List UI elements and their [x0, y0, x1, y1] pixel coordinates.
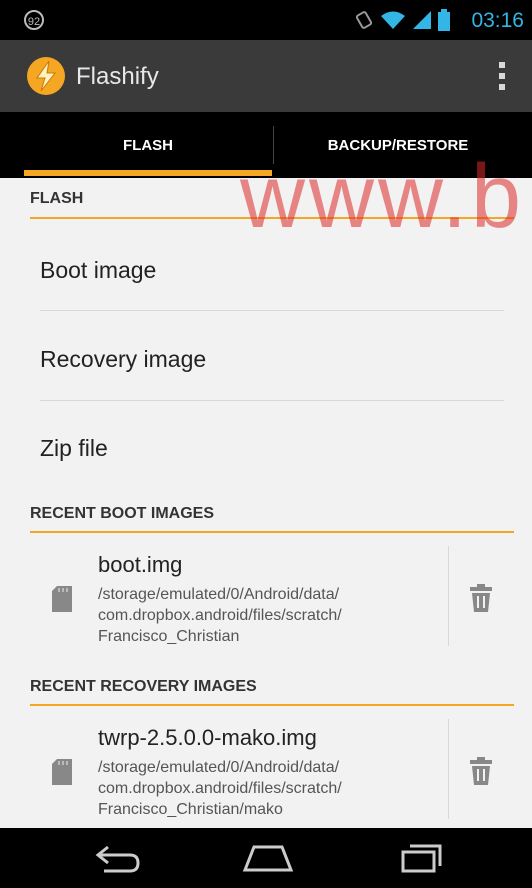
status-bar: 92 03:16 — [0, 0, 532, 40]
item-divider — [40, 400, 504, 401]
row-divider — [448, 719, 449, 819]
trash-icon[interactable] — [470, 584, 492, 612]
back-button[interactable] — [90, 838, 146, 878]
section-header-recent-recovery: RECENT RECOVERY IMAGES — [30, 678, 257, 695]
tab-indicator — [24, 170, 272, 176]
app-title: Flashify — [76, 63, 159, 90]
section-header-flash: FLASH — [30, 190, 84, 207]
path-line: com.dropbox.android/files/scratch/ — [98, 607, 342, 624]
path-line: /storage/emulated/0/Android/data/ — [98, 759, 340, 776]
notification-badge: 92 — [24, 10, 44, 30]
row-divider — [448, 546, 449, 646]
section-divider — [30, 704, 514, 706]
item-divider — [40, 310, 504, 311]
action-bar: Flashify — [0, 40, 532, 112]
file-path: /storage/emulated/0/Android/data/ com.dr… — [98, 584, 438, 647]
signal-icon — [413, 11, 431, 29]
trash-icon[interactable] — [470, 757, 492, 785]
clock: 03:16 — [471, 9, 524, 32]
watermark: www.b — [240, 147, 526, 247]
lightning-bolt-icon[interactable] — [26, 56, 66, 96]
battery-icon — [438, 9, 450, 31]
path-line: /storage/emulated/0/Android/data/ — [98, 586, 340, 603]
zip-file-item[interactable]: Zip file — [40, 435, 108, 462]
back-icon — [95, 845, 140, 873]
file-name: boot.img — [98, 552, 183, 577]
tab-flash[interactable]: FLASH — [24, 112, 272, 178]
path-line: Francisco_Christian/mako — [98, 801, 283, 818]
path-line: com.dropbox.android/files/scratch/ — [98, 780, 342, 797]
sd-card-icon — [52, 586, 72, 612]
main-content: FLASH Boot image Recovery image Zip file… — [0, 178, 532, 828]
status-icons — [354, 8, 450, 32]
overflow-menu-icon[interactable] — [498, 62, 506, 90]
section-header-recent-boot: RECENT BOOT IMAGES — [30, 505, 215, 522]
home-icon — [242, 845, 294, 872]
file-name: twrp-2.5.0.0-mako.img — [98, 725, 317, 750]
navigation-bar — [0, 828, 532, 888]
recent-recovery-row[interactable]: twrp-2.5.0.0-mako.img /storage/emulated/… — [30, 713, 514, 828]
recents-icon — [401, 844, 442, 873]
vibrate-icon — [355, 11, 373, 29]
section-divider — [30, 531, 514, 533]
recovery-image-item[interactable]: Recovery image — [40, 346, 206, 373]
boot-image-item[interactable]: Boot image — [40, 257, 156, 284]
recent-boot-row[interactable]: boot.img /storage/emulated/0/Android/dat… — [30, 540, 514, 660]
recents-button[interactable] — [394, 838, 450, 878]
home-button[interactable] — [240, 838, 296, 878]
path-line: Francisco_Christian — [98, 628, 240, 645]
wifi-icon — [381, 11, 405, 29]
file-path: /storage/emulated/0/Android/data/ com.dr… — [98, 757, 438, 820]
sd-card-icon — [52, 759, 72, 785]
